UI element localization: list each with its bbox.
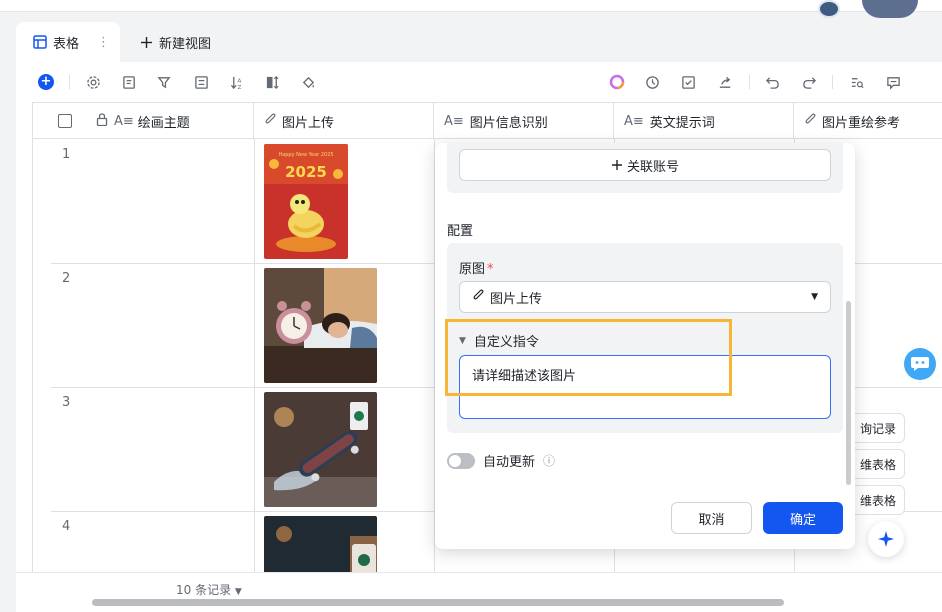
checkbox-icon[interactable] (679, 73, 697, 91)
form-icon[interactable] (120, 73, 138, 91)
table-footer: 10 条记录 ▼ (16, 572, 942, 612)
account-section: 关联账号 (447, 143, 843, 193)
record-count-text: 10 条记录 (176, 583, 232, 597)
image-thumbnail-coffee[interactable] (264, 516, 377, 572)
sort-icon[interactable]: AZ (228, 73, 246, 91)
view-tabs: 表格 ⋮ 新建视图 (16, 22, 211, 62)
horizontal-scrollbar[interactable] (92, 599, 784, 606)
plus-icon (141, 36, 152, 48)
ai-circle-icon[interactable] (608, 73, 626, 91)
column-label: 图片信息识别 (469, 115, 548, 131)
column-header-redraw[interactable]: 图片重绘参考 (794, 103, 942, 139)
new-view-button[interactable]: 新建视图 (140, 22, 211, 62)
chevron-down-icon: ▼ (234, 587, 242, 597)
column-label: 绘画主题 (137, 115, 190, 131)
ai-sparkle-icon[interactable] (868, 521, 904, 557)
undo-icon[interactable] (763, 73, 781, 91)
plus-icon (611, 160, 622, 170)
confirm-button[interactable]: 确定 (763, 502, 843, 534)
notification-icon[interactable] (818, 0, 840, 18)
row-number: 2 (62, 271, 71, 286)
text-type-icon: A≡ (624, 113, 644, 129)
text-type-icon: A≡ (114, 113, 134, 129)
link-account-button[interactable]: 关联账号 (459, 149, 831, 181)
auto-update-switch[interactable] (447, 452, 475, 469)
history-icon[interactable] (643, 73, 661, 91)
top-bar (0, 0, 942, 12)
source-select-value: 图片上传 (490, 291, 543, 307)
svg-text:Z: Z (237, 85, 241, 90)
toolbar-divider (749, 75, 750, 89)
attachment-icon (804, 112, 816, 130)
record-count-dropdown[interactable]: 10 条记录 ▼ (176, 581, 242, 598)
side-button-label: 维表格 (859, 493, 896, 508)
link-account-label: 关联账号 (626, 159, 679, 175)
column-label: 英文提示词 (649, 115, 715, 131)
header-row: A≡ 绘画主题 图片上传 A≡ 图片信息识别 A≡ 英文提示词 图片重绘参考 (33, 103, 942, 139)
poster-text-happy: Happy New Year 2025 (278, 152, 333, 158)
svg-text:2025: 2025 (285, 163, 327, 181)
assistant-chat-icon[interactable] (904, 348, 936, 380)
lock-icon (96, 112, 108, 130)
column-header-prompt[interactable]: A≡ 英文提示词 (614, 103, 794, 139)
text-type-icon: A≡ (444, 113, 464, 129)
settings-icon[interactable] (84, 73, 102, 91)
source-field-select[interactable]: 图片上传 ▼ (459, 281, 831, 313)
row-height-icon[interactable] (263, 73, 281, 91)
add-icon: + (38, 74, 54, 90)
auto-update-row: 自动更新 ⓘ (447, 451, 555, 470)
side-button-label: 维表格 (859, 457, 896, 472)
image-thumbnail-skateboard[interactable] (264, 392, 377, 507)
column-header-upload[interactable]: 图片上传 (254, 103, 434, 139)
required-mark: * (487, 262, 494, 277)
attachment-icon (472, 288, 484, 306)
column-divider (254, 139, 255, 572)
source-label-text: 原图 (459, 262, 486, 277)
add-record-button[interactable]: + (37, 73, 55, 91)
tab-grid-view[interactable]: 表格 ⋮ (16, 22, 120, 62)
column-label: 图片上传 (282, 115, 335, 131)
tab-more-icon[interactable]: ⋮ (97, 35, 110, 50)
attachment-icon (264, 112, 276, 130)
fill-color-icon[interactable] (299, 73, 317, 91)
column-header-theme[interactable]: A≡ 绘画主题 (33, 103, 254, 139)
cancel-button[interactable]: 取消 (671, 502, 752, 534)
info-icon[interactable]: ⓘ (543, 452, 555, 469)
panel-scrollbar[interactable] (846, 301, 851, 485)
tab-grid-label: 表格 (53, 36, 80, 52)
grid-table-icon (33, 35, 47, 49)
column-label: 图片重绘参考 (822, 115, 901, 131)
auto-update-label: 自动更新 (483, 455, 536, 470)
row-number: 3 (62, 395, 71, 410)
svg-text:A: A (237, 78, 241, 84)
image-thumbnail-sleeping-woman[interactable] (264, 268, 377, 383)
side-button-label: 询记录 (859, 421, 896, 436)
column-header-image-info[interactable]: A≡ 图片信息识别 (434, 103, 614, 139)
custom-instruction-textarea[interactable]: 请详细描述该图片 (459, 355, 831, 419)
row-number: 1 (62, 147, 71, 162)
share-icon[interactable] (716, 73, 734, 91)
list-icon[interactable] (192, 73, 210, 91)
custom-instruction-toggle[interactable]: ▼ 自定义指令 (459, 331, 539, 350)
avatar[interactable] (862, 0, 918, 18)
config-section-title: 配置 (447, 224, 474, 239)
field-config-panel: 关联账号 配置 原图 * 图片上传 ▼ ▼ 自定义指令 请详细描述该图片 自动更新… (435, 143, 855, 549)
filter-icon[interactable] (155, 73, 173, 91)
source-image-label: 原图 * (459, 258, 494, 277)
toolbar: + AZ (16, 62, 942, 102)
new-view-label: 新建视图 (159, 36, 212, 52)
select-all-checkbox[interactable] (58, 114, 72, 128)
caret-down-icon: ▼ (459, 335, 466, 346)
config-block: 原图 * 图片上传 ▼ ▼ 自定义指令 请详细描述该图片 (445, 243, 843, 433)
custom-instruction-label: 自定义指令 (473, 335, 539, 350)
image-thumbnail-snake-poster[interactable]: Happy New Year 2025 2025 (264, 144, 348, 259)
search-icon[interactable] (848, 73, 866, 91)
chevron-down-icon: ▼ (811, 292, 818, 302)
toolbar-divider (832, 75, 833, 89)
comment-icon[interactable] (884, 73, 902, 91)
redo-icon[interactable] (800, 73, 818, 91)
row-number: 4 (62, 519, 71, 534)
toolbar-divider (69, 75, 70, 89)
